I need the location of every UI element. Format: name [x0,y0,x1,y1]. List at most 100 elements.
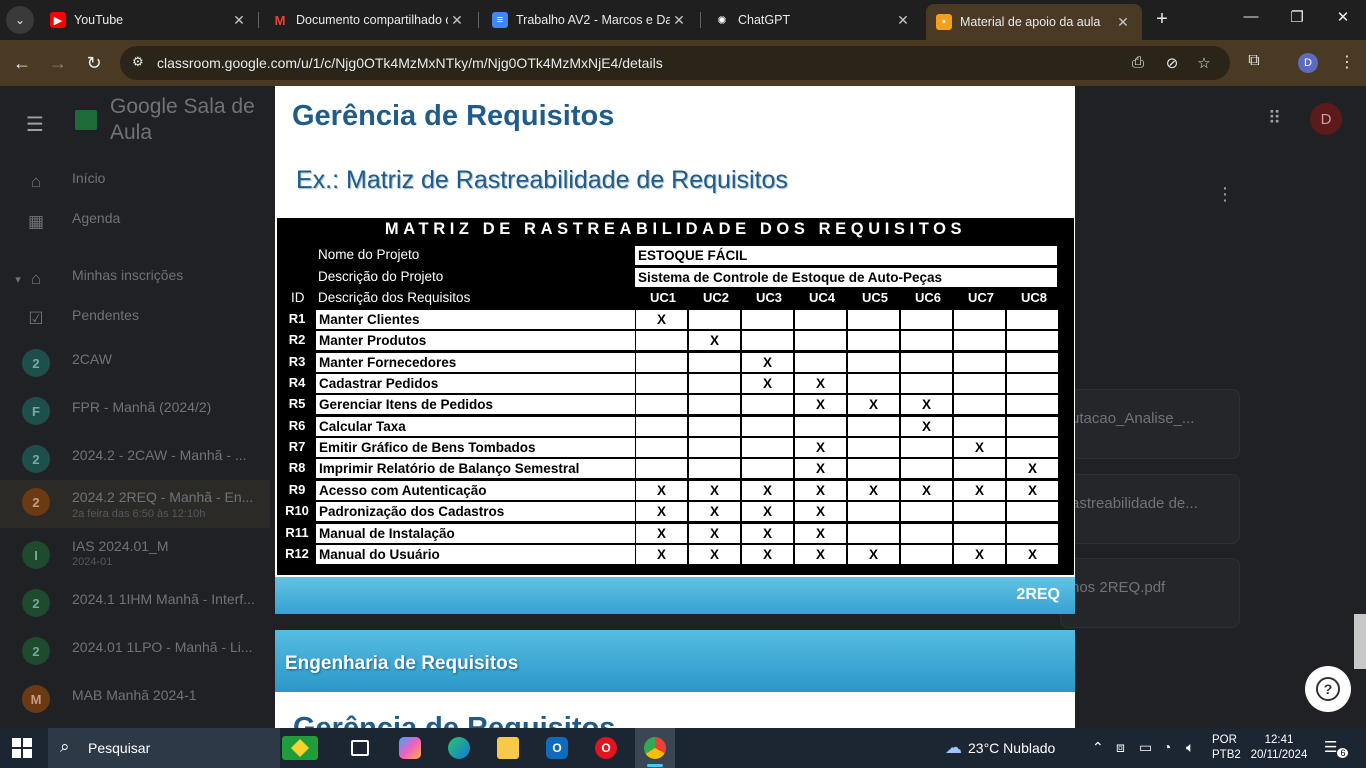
requirement-description: Manual de Instalação [316,524,635,543]
sidebar-item-minhas-inscricoes[interactable]: ▾ ⌂ Minhas inscrições [0,257,270,297]
copilot-icon[interactable] [390,728,430,768]
slide-subtitle: Ex.: Matriz de Rastreabilidade de Requis… [296,166,788,194]
matrix-cell [954,353,1005,372]
matrix-cell: X [795,545,846,564]
weather-widget[interactable]: ☁ 23°C Nublado [945,738,1055,758]
close-icon[interactable]: ✕ [670,12,688,29]
browser-tab-bar: ⌄ ▶ YouTube ✕ M Documento compartilhado … [0,0,1366,40]
install-app-icon[interactable]: ⎙ [1128,54,1148,71]
url-text[interactable]: classroom.google.com/u/1/c/Njg0OTk4MzMxN… [157,55,663,71]
clock[interactable]: 12:41 20/11/2024 [1248,733,1310,763]
sidebar-item-pendentes[interactable]: ☑ Pendentes [0,297,270,337]
new-tab-button[interactable]: + [1150,8,1174,31]
tab-documento[interactable]: M Documento compartilhado c ✕ [262,4,476,36]
attachment-card[interactable]: astreabilidade de... [1060,474,1240,544]
site-info-icon[interactable]: ⚙ [132,54,150,72]
requirement-description: Padronização dos Cadastros [316,502,635,521]
outlook-icon[interactable]: O [537,728,577,768]
app-title[interactable]: Google Sala de Aula [110,94,270,146]
volume-icon[interactable]: 🔈︎ [1186,739,1194,756]
more-options-icon[interactable]: ⋮ [1216,184,1234,205]
hamburger-menu-icon[interactable]: ☰ [26,112,44,137]
task-view-icon[interactable] [340,728,380,768]
forward-icon[interactable]: → [46,51,70,75]
matrix-cell: X [795,395,846,414]
use-case-header: UC1 [649,290,676,305]
menu-dots-icon[interactable]: ⋮ [1336,52,1358,72]
course-avatar: 2 [22,637,50,665]
sidebar-item-course[interactable]: F FPR - Manhã (2024/2) [0,389,270,429]
calendar-icon: ▦ [27,212,45,231]
matrix-cell: X [742,524,793,543]
edge-icon[interactable] [439,728,479,768]
matrix-cell [1007,524,1058,543]
address-bar[interactable]: ⚙ classroom.google.com/u/1/c/Njg0OTk4MzM… [120,46,1230,80]
reload-icon[interactable]: ↻ [82,51,106,75]
tab-trabalho[interactable]: ≡ Trabalho AV2 - Marcos e Da ✕ [482,4,698,36]
restore-icon[interactable]: ❐ [1285,8,1309,26]
attachment-title: astreabilidade de... [1071,495,1198,512]
matrix-cell [901,545,952,564]
tab-chatgpt[interactable]: ✺ ChatGPT ✕ [704,4,922,36]
bookmark-star-icon[interactable]: ☆ [1194,54,1214,72]
sidebar-item-course[interactable]: 2 2024.1 1IHM Manhã - Interf... [0,581,270,621]
help-button[interactable]: ? [1305,666,1351,712]
slide-page: Gerência de Requisitos Ex.: Matriz de Ra… [275,86,1075,614]
matrix-cell [742,417,793,436]
attachment-card[interactable]: utacao_Analise_... [1060,389,1240,459]
matrix-cell [689,395,740,414]
input-language[interactable]: POR PTB2 [1212,733,1241,763]
weather-text: 23°C Nublado [968,740,1056,756]
eye-slash-icon[interactable]: ⊘ [1162,54,1182,72]
matrix-cell: X [954,438,1005,457]
wifi-icon[interactable]: ◔ [1163,739,1171,755]
back-icon[interactable]: ← [10,51,34,75]
requirement-description: Imprimir Relatório de Balanço Semestral [316,459,635,478]
tab-search-button[interactable]: ⌄ [6,6,34,34]
sidebar-item-course[interactable]: M MAB Manhã 2024-1 [0,677,270,717]
profile-avatar[interactable]: D [1298,53,1318,73]
sidebar-item-course[interactable]: I IAS 2024.01_M 2024-01 [0,533,270,581]
close-window-icon[interactable]: ✕ [1331,8,1355,26]
attachment-card[interactable]: nos 2REQ.pdf [1060,558,1240,628]
file-explorer-icon[interactable] [488,728,528,768]
matrix-cell: X [636,310,687,329]
use-case-header: UC5 [861,290,888,305]
sidebar-item-agenda[interactable]: ▦ Agenda [0,200,270,240]
requirement-id: R10 [285,503,309,518]
notification-center[interactable]: ☰ 6 [1324,738,1349,758]
matrix-cell [848,374,899,393]
minimize-icon[interactable]: — [1239,8,1263,25]
tab-youtube[interactable]: ▶ YouTube ✕ [40,4,258,36]
close-icon[interactable]: ✕ [1114,14,1132,31]
matrix-header: MATRIZ DE RASTREABILIDADE DOS REQUISITOS [384,220,967,238]
sidebar-item-inicio[interactable]: ⌂ Início [0,160,270,200]
account-avatar[interactable]: D [1310,103,1342,135]
close-icon[interactable]: ✕ [448,12,466,29]
tab-material-apoio[interactable]: ▪ Material de apoio da aula ✕ [926,4,1142,40]
meet-now-icon[interactable]: ⧈ [1116,739,1125,756]
show-hidden-icons[interactable]: ⌃ [1092,739,1104,756]
extensions-icon[interactable]: ⧉ [1243,52,1265,70]
taskbar-search[interactable]: ⌕ Pesquisar [48,728,280,768]
matrix-cell [954,395,1005,414]
scrollbar-thumb[interactable] [1354,614,1366,669]
chrome-icon[interactable] [635,728,675,768]
course-avatar: 2 [22,589,50,617]
sidebar-item-course-selected[interactable]: 2 2024.2 2REQ - Manhã - En... 2a feira d… [0,480,270,528]
sidebar-item-course[interactable]: 2 2024.01 1LPO - Manhã - Li... [0,629,270,669]
matrix-cell: X [795,524,846,543]
sidebar-item-course[interactable]: 2 2024.2 - 2CAW - Manhã - ... [0,437,270,477]
battery-icon[interactable]: ▭ [1139,739,1152,756]
windows-start-icon[interactable] [12,738,32,758]
requirement-id: R11 [285,525,309,540]
brazil-flag-icon[interactable] [282,736,318,760]
opera-icon[interactable]: O [586,728,626,768]
close-icon[interactable]: ✕ [230,12,248,29]
apps-grid-icon[interactable]: ⠿ [1268,108,1281,129]
sidebar-item-course[interactable]: 2 2CAW [0,341,270,381]
project-desc-value: Sistema de Controle de Estoque de Auto-P… [635,268,1057,287]
close-icon[interactable]: ✕ [894,12,912,29]
matrix-cell [689,438,740,457]
matrix-cell: X [795,438,846,457]
